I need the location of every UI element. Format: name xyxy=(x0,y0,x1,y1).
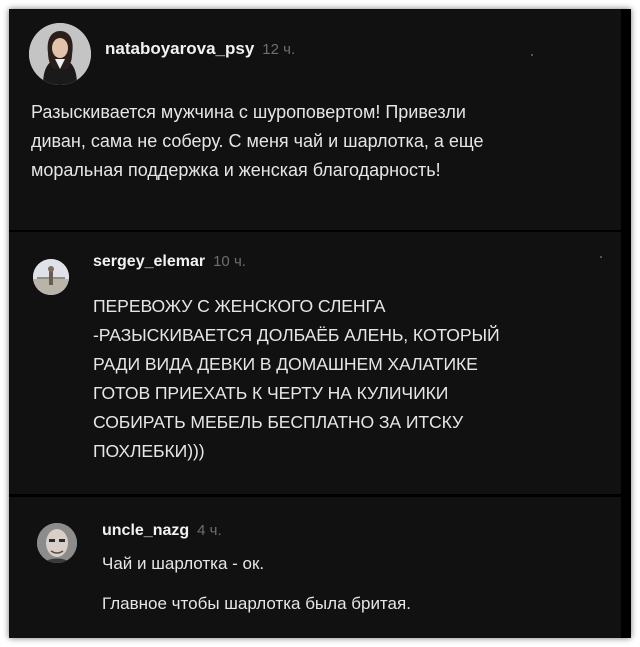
comment-line: Разыскивается мужчина с шуроповертом! Пр… xyxy=(31,102,466,122)
comment-header: sergey_elemar 10 ч. xyxy=(93,253,246,271)
speck xyxy=(531,54,533,56)
username[interactable]: sergey_elemar xyxy=(93,253,205,270)
comment-card: nataboyarova_psy 12 ч. Разыскивается мужч… xyxy=(9,9,621,230)
username[interactable]: nataboyarova_psy xyxy=(105,39,254,58)
avatar[interactable] xyxy=(29,23,91,85)
comment-text: Разыскивается мужчина с шуроповертом! Пр… xyxy=(31,98,601,185)
comment-line: Чай и шарлотка - ок. xyxy=(102,554,265,573)
comment-card: sergey_elemar 10 ч. ПЕРЕВОЖУ С ЖЕНСКОГО С… xyxy=(9,232,621,494)
speck xyxy=(600,256,602,258)
avatar[interactable] xyxy=(33,259,69,295)
outdoor-photo-avatar-icon xyxy=(33,259,69,295)
comment-line: моральная поддержка и женская благодарно… xyxy=(31,160,441,180)
comment-header: uncle_nazg 4 ч. xyxy=(102,522,222,540)
comment-line: -РАЗЫСКИВАЕТСЯ ДОЛБАЁБ АЛЕНЬ, КОТОРЫЙ xyxy=(93,325,500,345)
timestamp: 12 ч. xyxy=(262,41,296,58)
comment-line: ПОХЛЕБКИ))) xyxy=(93,441,205,461)
comment-card: uncle_nazg 4 ч. Чай и шарлотка - ок. Глав… xyxy=(9,497,621,638)
man-face-avatar-icon xyxy=(37,523,77,563)
comment-line: СОБИРАТЬ МЕБЕЛЬ БЕСПЛАТНО ЗА ИТСКУ xyxy=(93,412,464,432)
comment-line: РАДИ ВИДА ДЕВКИ В ДОМАШНЕМ ХАЛАТИКЕ xyxy=(93,354,478,374)
comments-screenshot: nataboyarova_psy 12 ч. Разыскивается мужч… xyxy=(9,9,631,638)
comment-line: ПЕРЕВОЖУ С ЖЕНСКОГО СЛЕНГА xyxy=(93,296,386,316)
comment-line: Главное чтобы шарлотка была бритая. xyxy=(102,594,411,613)
comment-text: ПЕРЕВОЖУ С ЖЕНСКОГО СЛЕНГА -РАЗЫСКИВАЕТС… xyxy=(93,292,613,466)
comment-header: nataboyarova_psy 12 ч. xyxy=(105,39,295,59)
timestamp: 4 ч. xyxy=(197,522,222,539)
username[interactable]: uncle_nazg xyxy=(102,522,189,539)
comment-line: диван, сама не соберу. С меня чай и шарл… xyxy=(31,131,484,151)
comment-text: Чай и шарлотка - ок. Главное чтобы шарло… xyxy=(102,554,602,614)
comment-line: ГОТОВ ПРИЕХАТЬ К ЧЕРТУ НА КУЛИЧИКИ xyxy=(93,383,449,403)
timestamp: 10 ч. xyxy=(213,253,246,270)
woman-portrait-avatar-icon xyxy=(29,23,91,85)
avatar[interactable] xyxy=(37,523,77,563)
